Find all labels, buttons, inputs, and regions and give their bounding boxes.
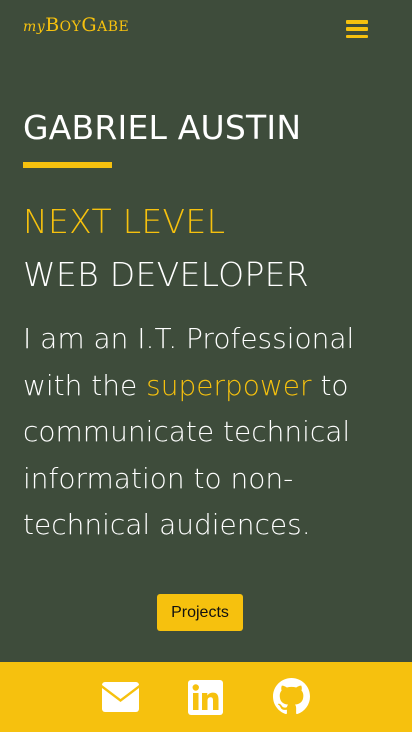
bio-text: I am an I.T. Professional with the super…	[23, 316, 383, 549]
email-icon[interactable]	[101, 682, 140, 712]
tagline-accent: NEXT LEVEL	[23, 202, 226, 241]
tagline-main: WEB DEVELOPER	[23, 255, 310, 294]
logo-letter-b: B	[45, 14, 60, 36]
logo-prefix: my	[23, 19, 46, 35]
hamburger-menu-icon[interactable]	[346, 20, 368, 38]
top-bar: myBOYGABE	[0, 0, 412, 60]
title-underline	[23, 162, 112, 168]
page-title: GABRIEL AUSTIN	[23, 108, 302, 147]
menu-bar	[346, 34, 368, 38]
logo-letter-g: G	[81, 14, 98, 36]
bio-highlight: superpower	[146, 368, 312, 402]
menu-bar	[346, 20, 368, 24]
logo-oy: OY	[59, 19, 82, 35]
linkedin-icon[interactable]	[188, 680, 223, 715]
footer-bar	[0, 662, 412, 732]
github-icon[interactable]	[273, 678, 310, 715]
logo-abe: ABE	[97, 19, 130, 35]
menu-bar	[346, 27, 368, 31]
site-logo[interactable]: myBOYGABE	[23, 14, 129, 36]
projects-button[interactable]: Projects	[157, 594, 243, 631]
